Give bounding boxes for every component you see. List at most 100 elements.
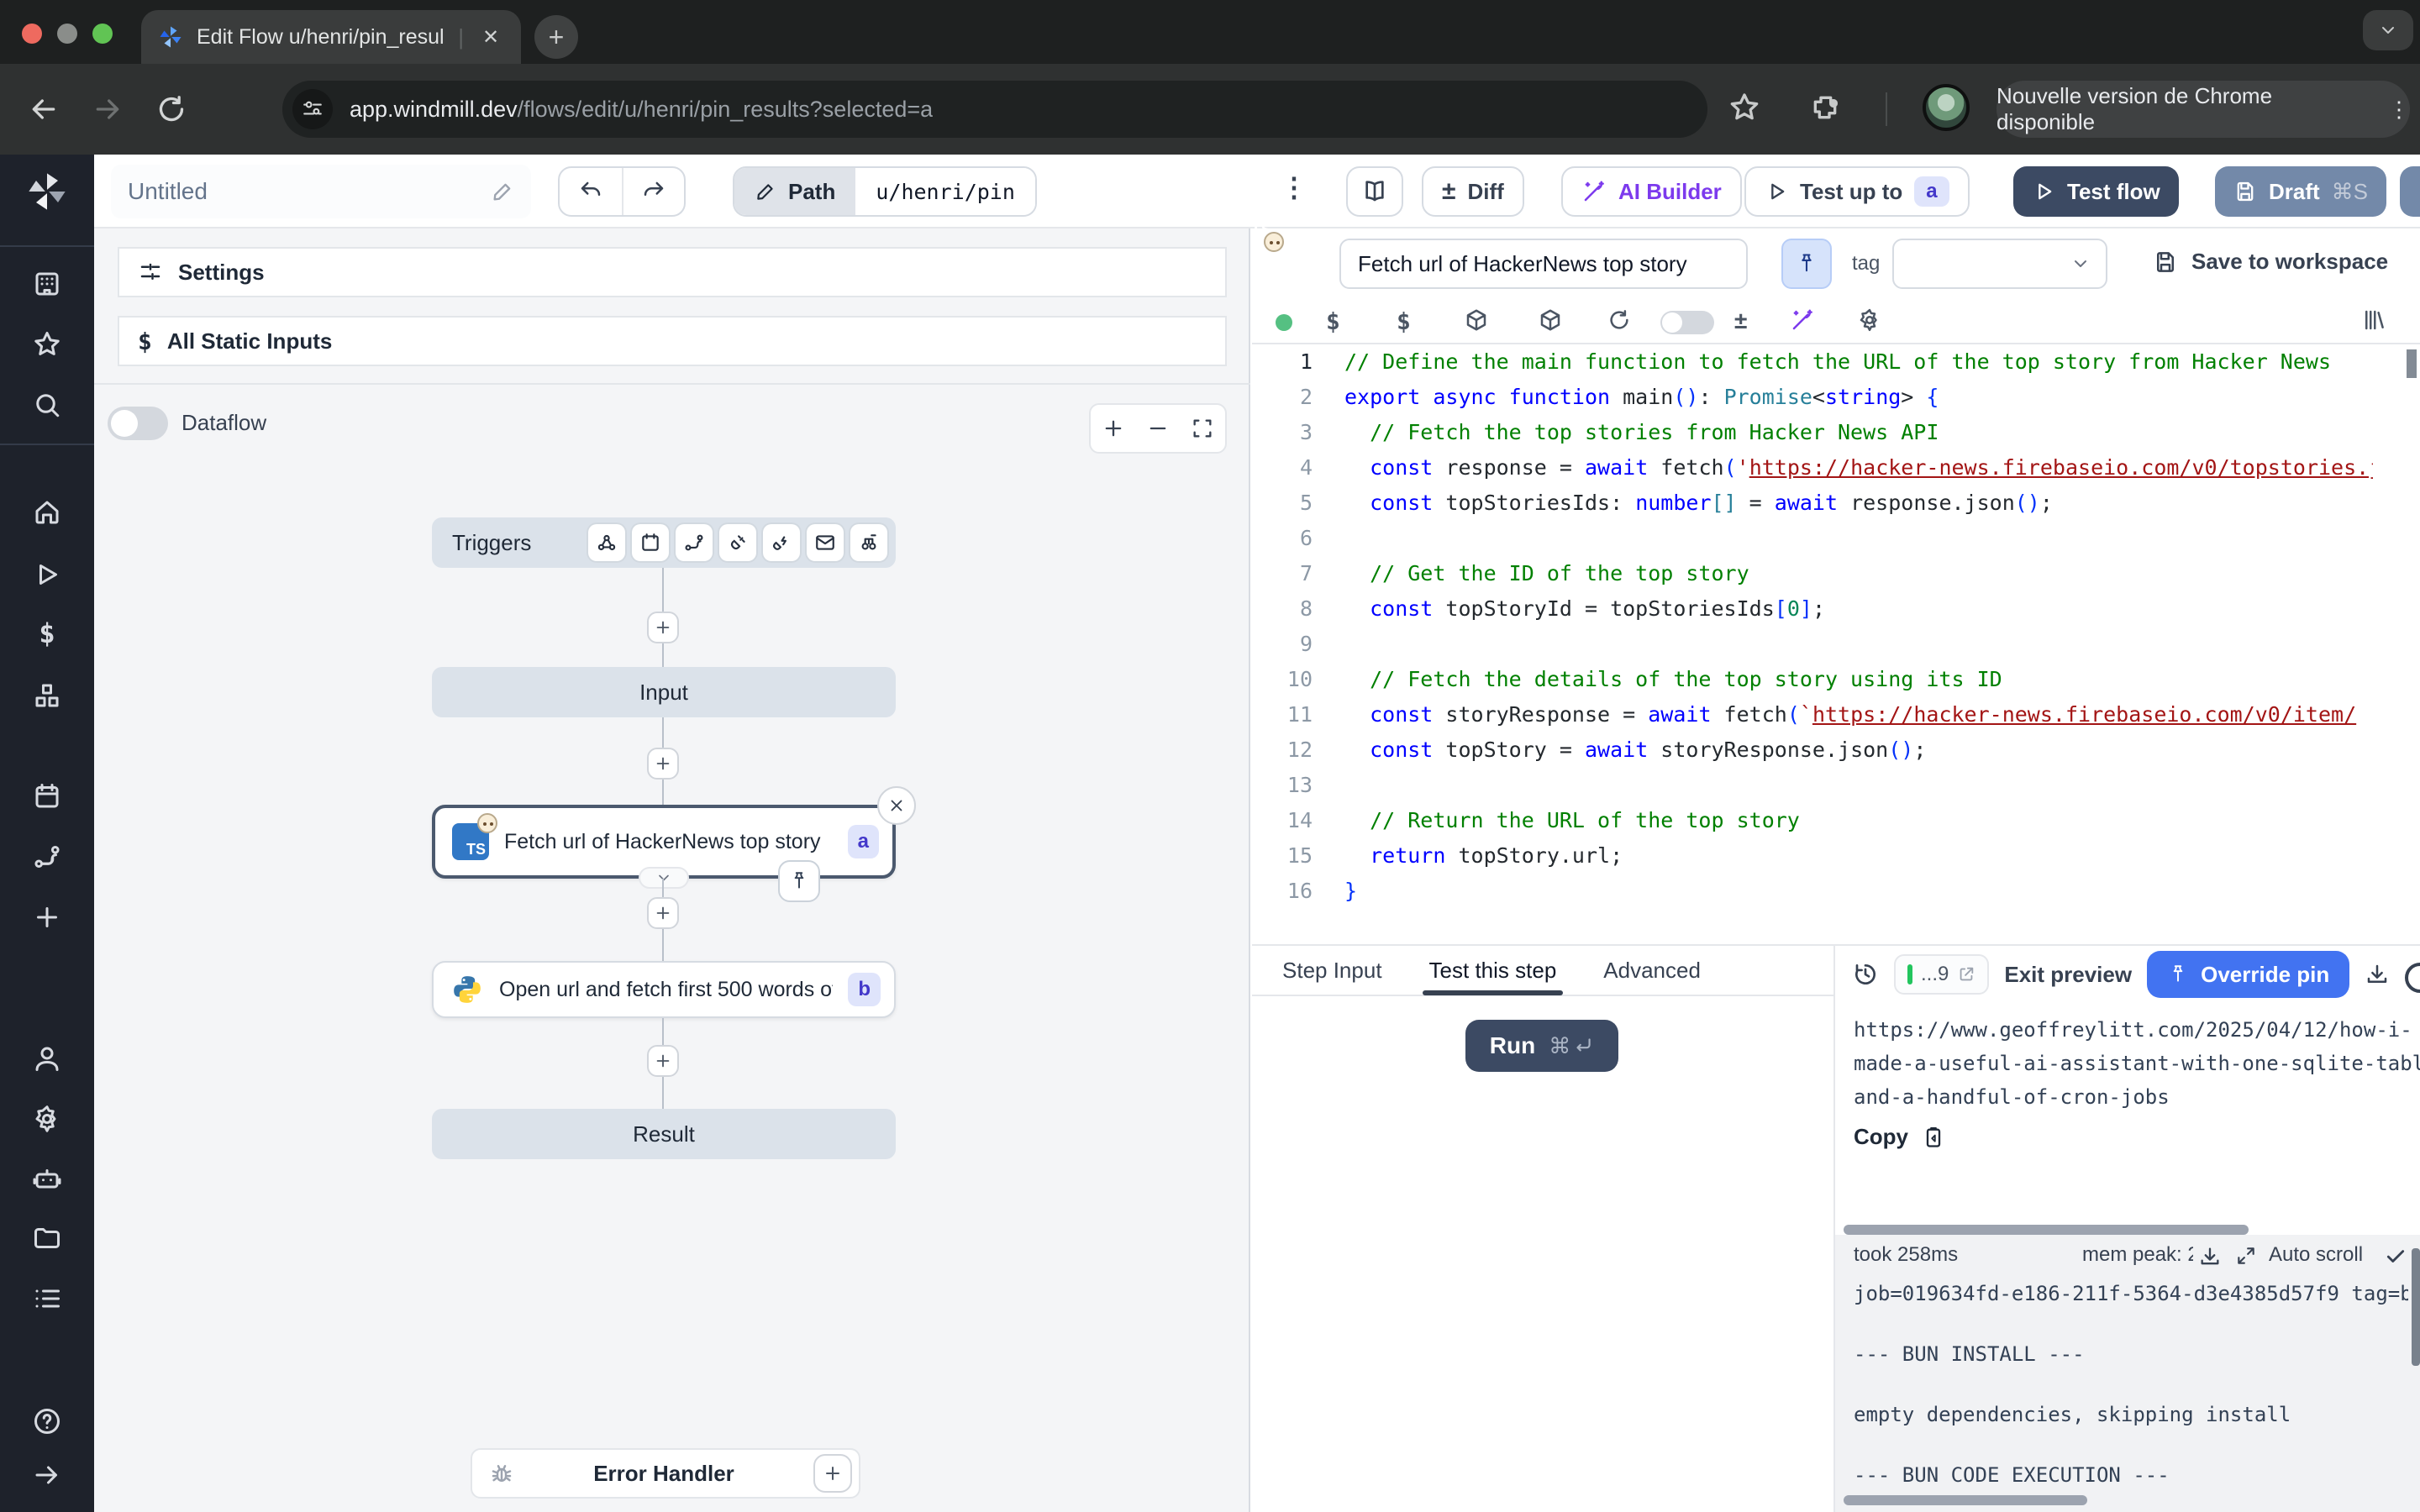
log-body[interactable]: job=019634fd-e186-211f-5364-d3e4385d57f9… — [1854, 1278, 2408, 1490]
tab-search-button[interactable] — [2363, 10, 2413, 50]
autoscroll-label[interactable]: Auto scroll — [2269, 1243, 2363, 1267]
test-up-to-step-badge[interactable]: a — [1914, 176, 1949, 207]
code-line[interactable]: 11 const storyResponse = await fetch(`ht… — [1252, 697, 2420, 732]
bookmark-star-icon[interactable] — [1728, 91, 1761, 124]
zoom-out-icon[interactable] — [1146, 417, 1170, 440]
insert-step-button[interactable] — [647, 897, 679, 929]
download-result-icon[interactable] — [2365, 962, 2390, 987]
expand-sidebar-icon[interactable] — [32, 1460, 62, 1490]
tab-step-input[interactable]: Step Input — [1282, 945, 1382, 995]
tag-select[interactable] — [1892, 239, 2107, 289]
input-node[interactable]: Input — [432, 667, 896, 717]
code-editor[interactable]: 1// Define the main function to fetch th… — [1252, 344, 2420, 944]
reset-icon[interactable] — [1607, 307, 1632, 333]
websocket-trigger-icon[interactable] — [719, 524, 756, 561]
code-line[interactable]: 10 // Fetch the details of the top story… — [1252, 662, 2420, 697]
window-zoom-button[interactable] — [92, 24, 113, 44]
download-logs-icon[interactable] — [2198, 1245, 2222, 1268]
code-line[interactable]: 1// Define the main function to fetch th… — [1252, 344, 2420, 380]
log-hscrollbar-thumb[interactable] — [1844, 1495, 2087, 1505]
ai-builder-button[interactable]: AI Builder — [1561, 166, 1742, 217]
zoom-in-icon[interactable] — [1102, 417, 1125, 440]
home-icon[interactable] — [32, 497, 62, 528]
package-icon[interactable] — [1464, 307, 1489, 333]
check-icon[interactable] — [2385, 1245, 2407, 1267]
reload-button[interactable] — [155, 92, 188, 126]
code-line[interactable]: 9 — [1252, 627, 2420, 662]
run-button[interactable]: Run ⌘ — [1465, 1020, 1618, 1072]
insert-step-button[interactable] — [647, 748, 679, 780]
code-line[interactable]: 4 const response = await fetch('https://… — [1252, 450, 2420, 486]
add-icon[interactable] — [32, 902, 62, 932]
insert-step-button[interactable] — [647, 1045, 679, 1077]
pinned-result-icon[interactable] — [778, 860, 820, 902]
browser-tab[interactable]: Edit Flow u/henri/pin_results | ✕ — [141, 10, 521, 64]
event-stream-trigger-icon[interactable] — [763, 524, 800, 561]
code-line[interactable]: 14 // Return the URL of the top story — [1252, 803, 2420, 838]
folders-icon[interactable] — [32, 1223, 62, 1253]
routes-icon[interactable] — [32, 842, 62, 872]
profile-avatar[interactable] — [1923, 84, 1970, 131]
redo-button[interactable] — [622, 168, 684, 215]
schedule-trigger-icon[interactable] — [632, 524, 669, 561]
test-up-to-button[interactable]: Test up to a — [1744, 166, 1970, 217]
workspace-icon[interactable] — [32, 269, 62, 299]
error-handler-node[interactable]: Error Handler — [471, 1448, 860, 1499]
window-minimize-button[interactable] — [57, 24, 77, 44]
variables-icon[interactable]: $ — [39, 617, 55, 649]
override-pin-button[interactable]: Override pin — [2147, 951, 2349, 998]
back-button[interactable] — [27, 92, 60, 126]
windmill-logo[interactable] — [25, 170, 69, 213]
chrome-update-button[interactable]: Nouvelle version de Chrome disponible ⋮ — [1996, 81, 2410, 138]
deploy-button[interactable]: Deploy — [2400, 166, 2420, 217]
plusminus-icon[interactable]: ± — [1734, 307, 1747, 334]
edit-name-pencil-icon[interactable] — [491, 180, 514, 203]
code-line[interactable]: 5 const topStoriesIds: number[] = await … — [1252, 486, 2420, 521]
help-icon[interactable] — [32, 1406, 62, 1436]
poll-trigger-icon[interactable] — [850, 524, 887, 561]
code-line[interactable]: 8 const topStoryId = topStoriesIds[0]; — [1252, 591, 2420, 627]
expand-logs-icon[interactable] — [2235, 1245, 2257, 1267]
result-hscrollbar-thumb[interactable] — [1844, 1225, 2249, 1235]
globe-icon[interactable] — [2405, 963, 2420, 993]
all-static-inputs-button[interactable]: $ All Static Inputs — [118, 316, 1227, 366]
result-node[interactable]: Result — [432, 1109, 896, 1159]
diff-mode-toggle[interactable] — [1660, 311, 1714, 334]
insert-step-button[interactable] — [647, 612, 679, 643]
editor-scrollbar-thumb[interactable] — [2407, 349, 2417, 378]
delete-step-button[interactable] — [877, 786, 916, 825]
exit-preview-button[interactable]: Exit preview — [2004, 962, 2132, 988]
tab-test-this-step[interactable]: Test this step — [1429, 945, 1557, 995]
library-icon[interactable] — [2361, 307, 2386, 333]
insert-variable-icon[interactable]: $ — [1326, 307, 1340, 335]
path-button-group[interactable]: Path u/henri/pin — [733, 166, 1037, 217]
ai-assist-wand-icon[interactable] — [1790, 307, 1815, 333]
copy-button[interactable]: Copy — [1854, 1124, 1945, 1150]
settings-gear-icon[interactable] — [32, 1104, 62, 1134]
code-line[interactable]: 12 const topStory = await storyResponse.… — [1252, 732, 2420, 768]
code-line[interactable]: 16} — [1252, 874, 2420, 909]
users-icon[interactable] — [32, 1043, 62, 1074]
editor-settings-gear-icon[interactable] — [1857, 307, 1882, 333]
http-route-trigger-icon[interactable] — [676, 524, 713, 561]
browser-menu-icon[interactable]: ⋮ — [2388, 97, 2410, 123]
favorites-star-icon[interactable] — [32, 329, 62, 360]
webhook-trigger-icon[interactable] — [588, 524, 625, 561]
search-icon[interactable] — [32, 390, 62, 420]
code-line[interactable]: 7 // Get the ID of the top story — [1252, 556, 2420, 591]
step-name-input[interactable]: Fetch url of HackerNews top story — [1339, 239, 1748, 289]
code-line[interactable]: 13 — [1252, 768, 2420, 803]
triggers-node[interactable]: Triggers — [432, 517, 896, 568]
add-error-handler-button[interactable] — [813, 1454, 852, 1493]
window-close-button[interactable] — [22, 24, 42, 44]
code-line[interactable]: 15 return topStory.url; — [1252, 838, 2420, 874]
code-line[interactable]: 3 // Fetch the top stories from Hacker N… — [1252, 415, 2420, 450]
resources-icon[interactable] — [32, 680, 62, 711]
email-trigger-icon[interactable] — [807, 524, 844, 561]
result-text[interactable]: https://www.geoffreylitt.com/2025/04/12/… — [1854, 1013, 2420, 1114]
site-info-icon[interactable] — [292, 89, 333, 129]
path-value[interactable]: u/henri/pin — [855, 168, 1035, 215]
step-b-node[interactable]: Open url and fetch first 500 words of ..… — [432, 961, 896, 1018]
audit-logs-icon[interactable] — [32, 1284, 62, 1314]
save-to-workspace-button[interactable]: Save to workspace — [2153, 249, 2388, 275]
